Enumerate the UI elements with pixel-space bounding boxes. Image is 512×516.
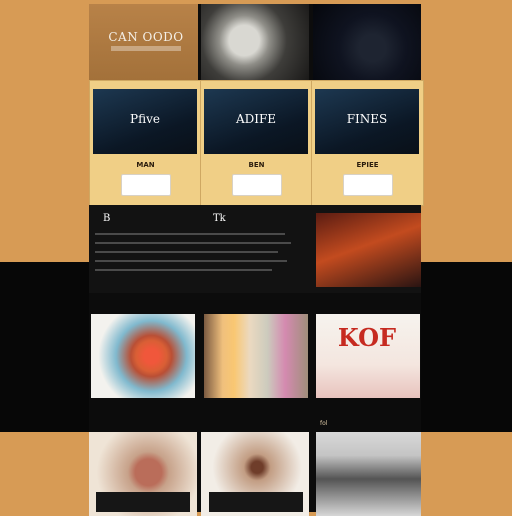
feature-card-button[interactable] xyxy=(232,174,282,196)
hero-image-dark-figure[interactable] xyxy=(313,4,421,80)
section-body-text xyxy=(95,233,301,279)
feature-card-image: Pfive xyxy=(93,89,197,154)
gallery-image-2[interactable] xyxy=(204,314,308,398)
feature-card-label: EPIEE xyxy=(356,161,379,169)
hero-image-portrait[interactable] xyxy=(201,4,309,80)
section-heading-left: B xyxy=(103,213,111,224)
feature-card-title: FINES xyxy=(346,112,388,126)
feature-card-1[interactable]: Pfive MAN xyxy=(89,80,202,206)
feature-card-title: Pfive xyxy=(130,112,160,126)
gallery-image-3[interactable]: KOF xyxy=(316,314,420,398)
feature-card-image: FINES xyxy=(315,89,419,154)
feature-card-title: ADIFE xyxy=(235,112,277,126)
feature-card-label: MAN xyxy=(136,161,155,169)
gallery-image-6[interactable] xyxy=(316,432,421,516)
gallery-image-1[interactable] xyxy=(91,314,195,398)
logo-subtitle-line xyxy=(111,46,181,51)
feature-card-button[interactable] xyxy=(121,174,171,196)
gallery-caption-bar xyxy=(96,492,190,512)
logo-banner[interactable]: CAN OODO xyxy=(89,4,198,80)
feature-card-3[interactable]: FINES EPIEE xyxy=(311,80,424,206)
gallery-title-6: fol xyxy=(320,420,328,427)
logo-text: CAN OODO xyxy=(108,30,184,44)
feature-card-image: ADIFE xyxy=(204,89,308,154)
section-heading-center: Tk xyxy=(213,213,226,224)
feature-card-2[interactable]: ADIFE BEN xyxy=(200,80,313,206)
section-feature-image[interactable] xyxy=(316,213,421,287)
gallery-image-title: KOF xyxy=(337,323,397,352)
gallery-caption-bar xyxy=(209,492,303,512)
feature-card-button[interactable] xyxy=(343,174,393,196)
feature-card-label: BEN xyxy=(248,161,265,169)
